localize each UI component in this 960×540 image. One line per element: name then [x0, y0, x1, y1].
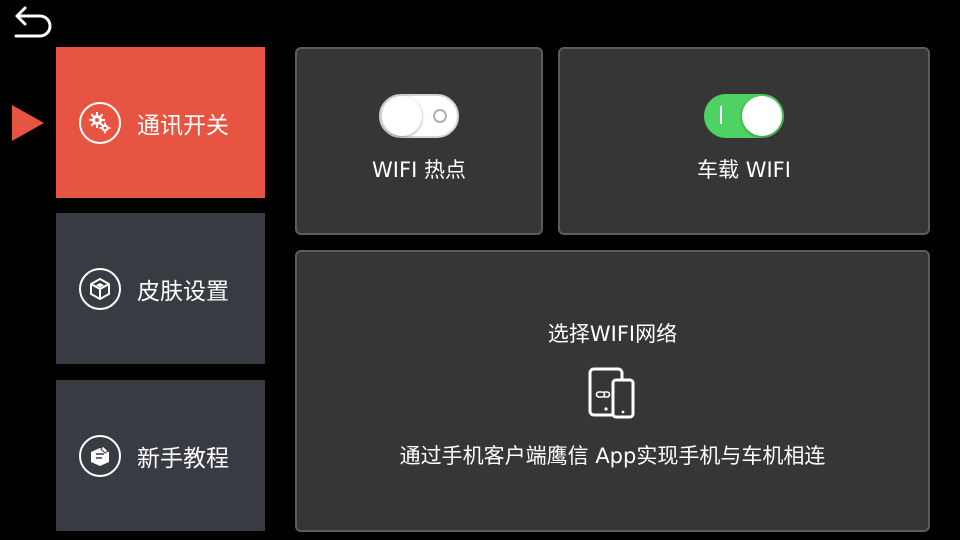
car-wifi-card: 车载 WIFI [558, 47, 930, 235]
cube-icon [79, 267, 121, 310]
sidebar-item-label: 皮肤设置 [137, 278, 229, 305]
sidebar-item-communication[interactable]: 通讯开关 [56, 47, 265, 198]
car-wifi-label: 车载 WIFI [697, 158, 791, 182]
select-wifi-network-card[interactable]: 选择WIFI网络 通过手机客户端鹰信 App实现手机与车机相连 [295, 250, 930, 532]
back-arrow-icon [14, 6, 52, 38]
gears-icon [79, 101, 121, 144]
sidebar-item-label: 新手教程 [137, 445, 229, 472]
car-wifi-toggle[interactable] [704, 94, 784, 138]
wifi-hotspot-label: WIFI 热点 [372, 158, 466, 182]
select-wifi-title: 选择WIFI网络 [547, 322, 678, 346]
toggle-on-mark [720, 106, 722, 124]
sidebar-item-tutorial[interactable]: 新手教程 [56, 380, 265, 531]
wifi-hotspot-toggle[interactable] [379, 94, 459, 138]
toggle-knob [382, 96, 422, 136]
back-button[interactable] [12, 4, 54, 38]
sidebar-item-label: 通讯开关 [137, 112, 229, 139]
sidebar-item-skin[interactable]: 皮肤设置 [56, 213, 265, 364]
tutorial-icon [79, 434, 121, 477]
select-wifi-description: 通过手机客户端鹰信 App实现手机与车机相连 [399, 444, 826, 468]
toggle-off-mark [433, 109, 447, 123]
active-indicator-arrow [12, 105, 44, 141]
tablet-phone-link-icon [588, 367, 635, 419]
toggle-knob [742, 96, 782, 136]
wifi-hotspot-card: WIFI 热点 [295, 47, 543, 235]
